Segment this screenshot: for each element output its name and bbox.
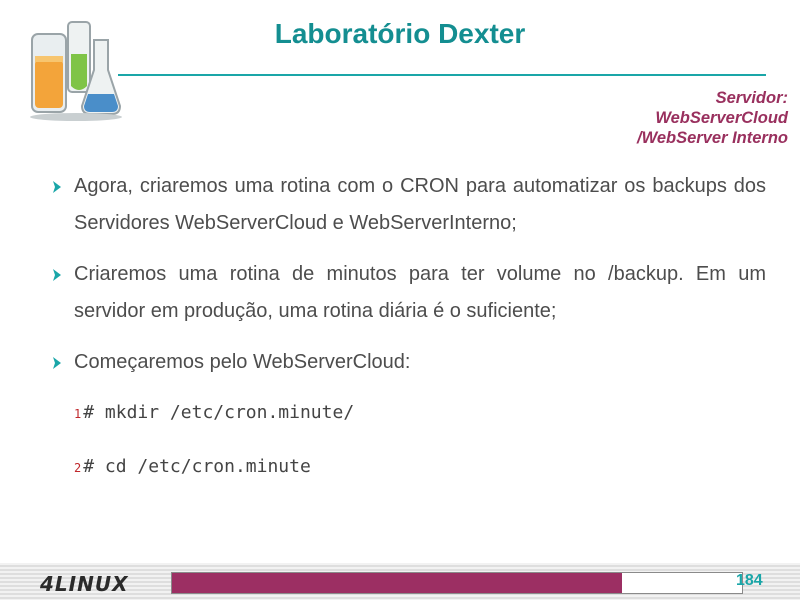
command-text: # mkdir /etc/cron.minute/ <box>83 402 355 423</box>
arrow-bullet-icon <box>53 181 61 193</box>
page-title: Laboratório Dexter <box>274 18 526 49</box>
server-label-line-1: Servidor: <box>715 89 788 107</box>
slide-progress-bar <box>171 572 743 594</box>
line-number: 2 <box>74 461 82 475</box>
page-number: 184 <box>736 572 763 589</box>
arrow-bullet-icon <box>53 357 61 369</box>
bullet-item: Começaremos pelo WebServerCloud: <box>50 344 766 381</box>
bullet-text: Agora, criaremos uma rotina com o CRON p… <box>74 175 766 234</box>
server-label-line-2: WebServerCloud <box>655 109 788 127</box>
title-divider <box>118 74 766 76</box>
bullet-text: Começaremos pelo WebServerCloud: <box>74 351 411 373</box>
server-label-line-3: /WebServer Interno <box>637 129 788 147</box>
command-text: # cd /etc/cron.minute <box>83 456 311 477</box>
bullet-text: Criaremos uma rotina de minutos para ter… <box>74 263 766 322</box>
command-line: 2 # cd /etc/cron.minute <box>74 456 311 477</box>
command-line: 1 # mkdir /etc/cron.minute/ <box>74 402 354 423</box>
server-label: Servidor: WebServerCloud /WebServer Inte… <box>637 88 788 148</box>
arrow-bullet-icon <box>53 269 61 281</box>
line-number: 1 <box>74 407 82 421</box>
slide-progress-fill <box>172 573 623 593</box>
bullet-list: Agora, criaremos uma rotina com o CRON p… <box>50 168 766 395</box>
brand-logo: 4LINUX <box>40 572 129 596</box>
bullet-item: Agora, criaremos uma rotina com o CRON p… <box>50 168 766 242</box>
bullet-item: Criaremos uma rotina de minutos para ter… <box>50 256 766 330</box>
